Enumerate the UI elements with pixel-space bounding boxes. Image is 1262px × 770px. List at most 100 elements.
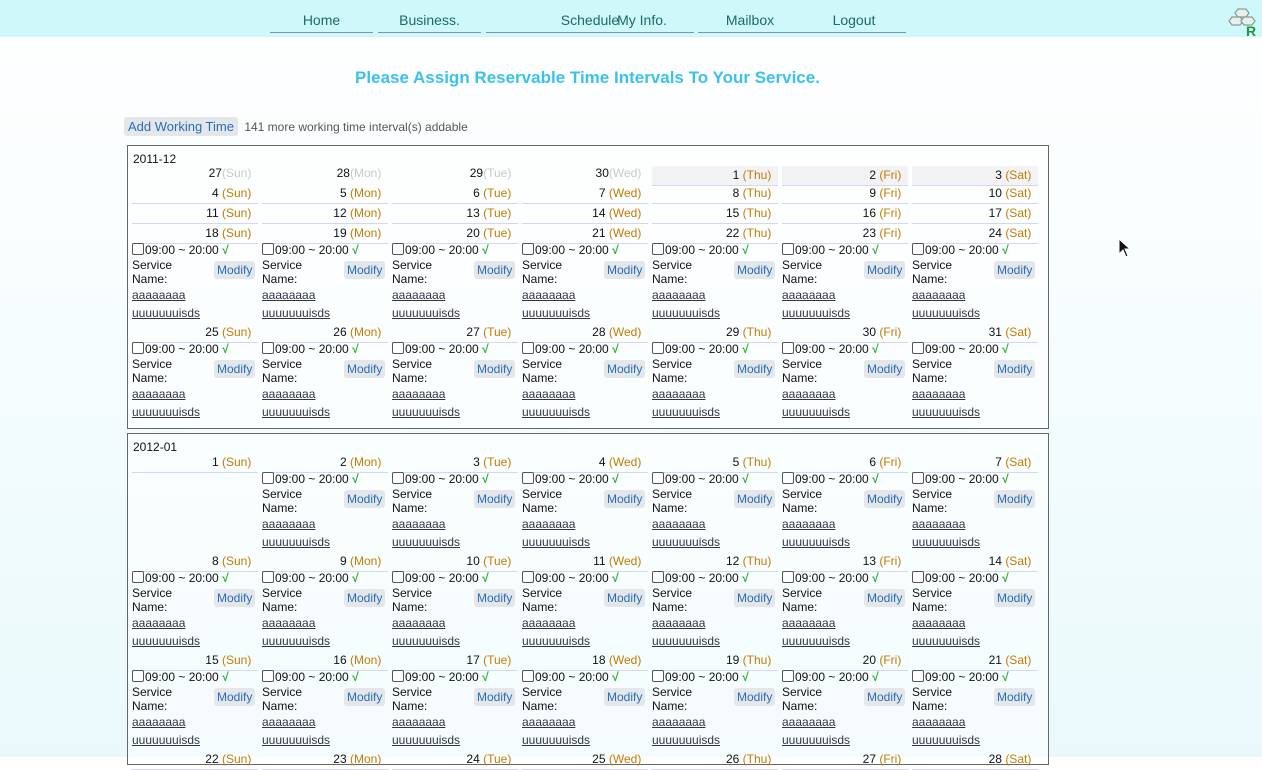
slot-checkbox[interactable] [392, 571, 404, 583]
nav-business[interactable]: Business. [378, 8, 481, 33]
slot-checkbox[interactable] [132, 670, 144, 682]
slot-checkbox[interactable] [652, 342, 664, 354]
slot-checkbox[interactable] [262, 571, 274, 583]
service-link[interactable]: aaaaaaaa [912, 517, 965, 531]
service-link[interactable]: aaaaaaaa [652, 517, 705, 531]
service-link[interactable]: uuuuuuuisds [522, 535, 590, 549]
slot-checkbox[interactable] [782, 243, 794, 255]
service-link[interactable]: uuuuuuuisds [262, 405, 330, 419]
service-link[interactable]: aaaaaaaa [652, 288, 705, 302]
slot-checkbox[interactable] [132, 243, 144, 255]
slot-checkbox[interactable] [652, 472, 664, 484]
slot-checkbox[interactable] [782, 571, 794, 583]
service-link[interactable]: uuuuuuuisds [782, 405, 850, 419]
slot-checkbox[interactable] [262, 670, 274, 682]
modify-button[interactable]: Modify [604, 688, 646, 706]
service-link[interactable]: uuuuuuuisds [912, 405, 980, 419]
modify-button[interactable]: Modify [604, 360, 646, 378]
service-link[interactable]: uuuuuuuisds [522, 306, 590, 320]
modify-button[interactable]: Modify [994, 360, 1036, 378]
slot-checkbox[interactable] [912, 342, 924, 354]
modify-button[interactable]: Modify [214, 360, 256, 378]
slot-checkbox[interactable] [392, 472, 404, 484]
service-link[interactable]: aaaaaaaa [522, 387, 575, 401]
service-link[interactable]: uuuuuuuisds [132, 306, 200, 320]
service-link[interactable]: aaaaaaaa [652, 387, 705, 401]
modify-button[interactable]: Modify [604, 490, 646, 508]
modify-button[interactable]: Modify [734, 360, 776, 378]
slot-checkbox[interactable] [522, 571, 534, 583]
modify-button[interactable]: Modify [994, 490, 1036, 508]
service-link[interactable]: uuuuuuuisds [132, 634, 200, 648]
service-link[interactable]: aaaaaaaa [392, 517, 445, 531]
slot-checkbox[interactable] [782, 670, 794, 682]
service-link[interactable]: uuuuuuuisds [522, 733, 590, 747]
service-link[interactable]: uuuuuuuisds [652, 306, 720, 320]
service-link[interactable]: aaaaaaaa [782, 715, 835, 729]
modify-button[interactable]: Modify [994, 261, 1036, 279]
service-link[interactable]: uuuuuuuisds [522, 634, 590, 648]
service-link[interactable]: uuuuuuuisds [912, 733, 980, 747]
modify-button[interactable]: Modify [344, 589, 386, 607]
slot-checkbox[interactable] [392, 342, 404, 354]
modify-button[interactable]: Modify [344, 688, 386, 706]
slot-checkbox[interactable] [392, 243, 404, 255]
nav-mailbox[interactable]: Mailbox [698, 8, 802, 32]
add-working-time-button[interactable]: Add Working Time [124, 117, 238, 136]
service-link[interactable]: uuuuuuuisds [912, 535, 980, 549]
modify-button[interactable]: Modify [214, 589, 256, 607]
nav-home[interactable]: Home [270, 8, 373, 33]
modify-button[interactable]: Modify [734, 688, 776, 706]
modify-button[interactable]: Modify [994, 589, 1036, 607]
service-link[interactable]: uuuuuuuisds [782, 634, 850, 648]
modify-button[interactable]: Modify [474, 688, 516, 706]
slot-checkbox[interactable] [522, 243, 534, 255]
nav-my-info[interactable]: My Info. [590, 8, 694, 32]
slot-checkbox[interactable] [132, 342, 144, 354]
service-link[interactable]: aaaaaaaa [132, 288, 185, 302]
service-link[interactable]: aaaaaaaa [262, 715, 315, 729]
modify-button[interactable]: Modify [734, 490, 776, 508]
slot-checkbox[interactable] [522, 670, 534, 682]
service-link[interactable]: aaaaaaaa [392, 387, 445, 401]
service-link[interactable]: aaaaaaaa [652, 616, 705, 630]
service-link[interactable]: uuuuuuuisds [652, 733, 720, 747]
slot-checkbox[interactable] [522, 342, 534, 354]
service-link[interactable]: aaaaaaaa [912, 715, 965, 729]
slot-checkbox[interactable] [262, 342, 274, 354]
service-link[interactable]: uuuuuuuisds [652, 405, 720, 419]
modify-button[interactable]: Modify [604, 589, 646, 607]
slot-checkbox[interactable] [262, 472, 274, 484]
service-link[interactable]: aaaaaaaa [262, 517, 315, 531]
service-link[interactable]: aaaaaaaa [912, 387, 965, 401]
slot-checkbox[interactable] [652, 670, 664, 682]
service-link[interactable]: uuuuuuuisds [912, 306, 980, 320]
slot-checkbox[interactable] [262, 243, 274, 255]
slot-checkbox[interactable] [132, 571, 144, 583]
service-link[interactable]: aaaaaaaa [522, 616, 575, 630]
service-link[interactable]: uuuuuuuisds [262, 306, 330, 320]
slot-checkbox[interactable] [912, 670, 924, 682]
service-link[interactable]: uuuuuuuisds [392, 733, 460, 747]
slot-checkbox[interactable] [782, 342, 794, 354]
service-link[interactable]: aaaaaaaa [392, 616, 445, 630]
service-link[interactable]: aaaaaaaa [392, 715, 445, 729]
service-link[interactable]: uuuuuuuisds [782, 535, 850, 549]
nav-logout[interactable]: Logout [802, 8, 906, 32]
modify-button[interactable]: Modify [864, 261, 906, 279]
modify-button[interactable]: Modify [344, 490, 386, 508]
service-link[interactable]: aaaaaaaa [782, 288, 835, 302]
service-link[interactable]: uuuuuuuisds [912, 634, 980, 648]
slot-checkbox[interactable] [912, 571, 924, 583]
service-link[interactable]: aaaaaaaa [912, 288, 965, 302]
modify-button[interactable]: Modify [474, 490, 516, 508]
service-link[interactable]: uuuuuuuisds [392, 634, 460, 648]
modify-button[interactable]: Modify [734, 589, 776, 607]
service-link[interactable]: uuuuuuuisds [652, 535, 720, 549]
slot-checkbox[interactable] [782, 472, 794, 484]
service-link[interactable]: uuuuuuuisds [782, 306, 850, 320]
slot-checkbox[interactable] [522, 472, 534, 484]
service-link[interactable]: uuuuuuuisds [652, 634, 720, 648]
service-link[interactable]: aaaaaaaa [782, 517, 835, 531]
service-link[interactable]: uuuuuuuisds [392, 405, 460, 419]
